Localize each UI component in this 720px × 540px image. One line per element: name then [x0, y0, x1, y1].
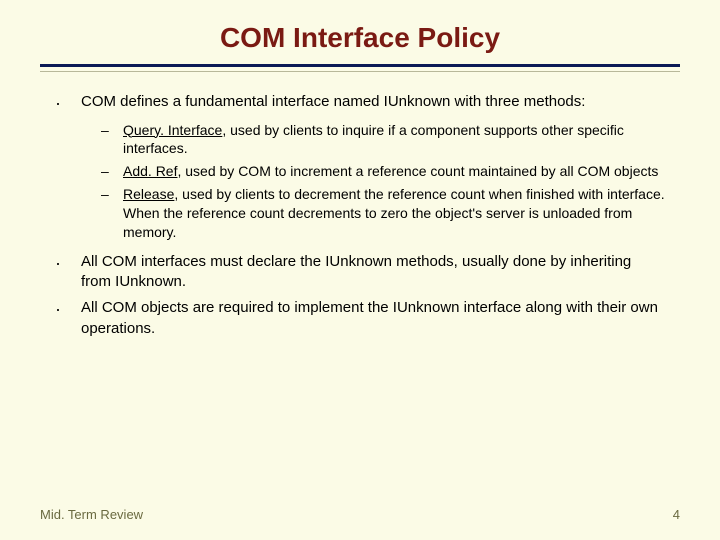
bullet-2-text: All COM interfaces must declare the IUnk…	[81, 252, 665, 293]
bullet-1-subs: – Query. Interface, used by clients to i…	[101, 121, 665, 242]
divider-top	[40, 64, 680, 67]
bullet-2: · All COM interfaces must declare the IU…	[55, 252, 665, 293]
dash-icon: –	[101, 121, 123, 159]
sub-text: Query. Interface, used by clients to inq…	[123, 121, 665, 159]
method-name: Release	[123, 186, 174, 202]
sub-text: Release, used by clients to decrement th…	[123, 185, 665, 242]
footer-left: Mid. Term Review	[40, 507, 143, 522]
dash-icon: –	[101, 162, 123, 181]
content-area: · COM defines a fundamental interface na…	[0, 92, 720, 339]
method-name: Add. Ref	[123, 163, 177, 179]
footer: Mid. Term Review 4	[40, 507, 680, 522]
slide-number: 4	[673, 507, 680, 522]
sub-text: Add. Ref, used by COM to increment a ref…	[123, 162, 665, 181]
bullet-dot-icon: ·	[55, 92, 81, 115]
method-desc: , used by clients to decrement the refer…	[123, 186, 665, 240]
sub-item: – Release, used by clients to decrement …	[101, 185, 665, 242]
dash-icon: –	[101, 185, 123, 242]
bullet-3-text: All COM objects are required to implemen…	[81, 298, 665, 339]
divider-shadow	[40, 71, 680, 72]
slide-title: COM Interface Policy	[0, 0, 720, 64]
method-name: Query. Interface	[123, 122, 222, 138]
sub-item: – Add. Ref, used by COM to increment a r…	[101, 162, 665, 181]
method-desc: , used by COM to increment a reference c…	[177, 163, 658, 179]
bullet-dot-icon: ·	[55, 298, 81, 339]
bullet-1-text: COM defines a fundamental interface name…	[81, 92, 665, 115]
bullet-dot-icon: ·	[55, 252, 81, 293]
bullet-3: · All COM objects are required to implem…	[55, 298, 665, 339]
slide: COM Interface Policy · COM defines a fun…	[0, 0, 720, 540]
sub-item: – Query. Interface, used by clients to i…	[101, 121, 665, 159]
bullet-1: · COM defines a fundamental interface na…	[55, 92, 665, 115]
